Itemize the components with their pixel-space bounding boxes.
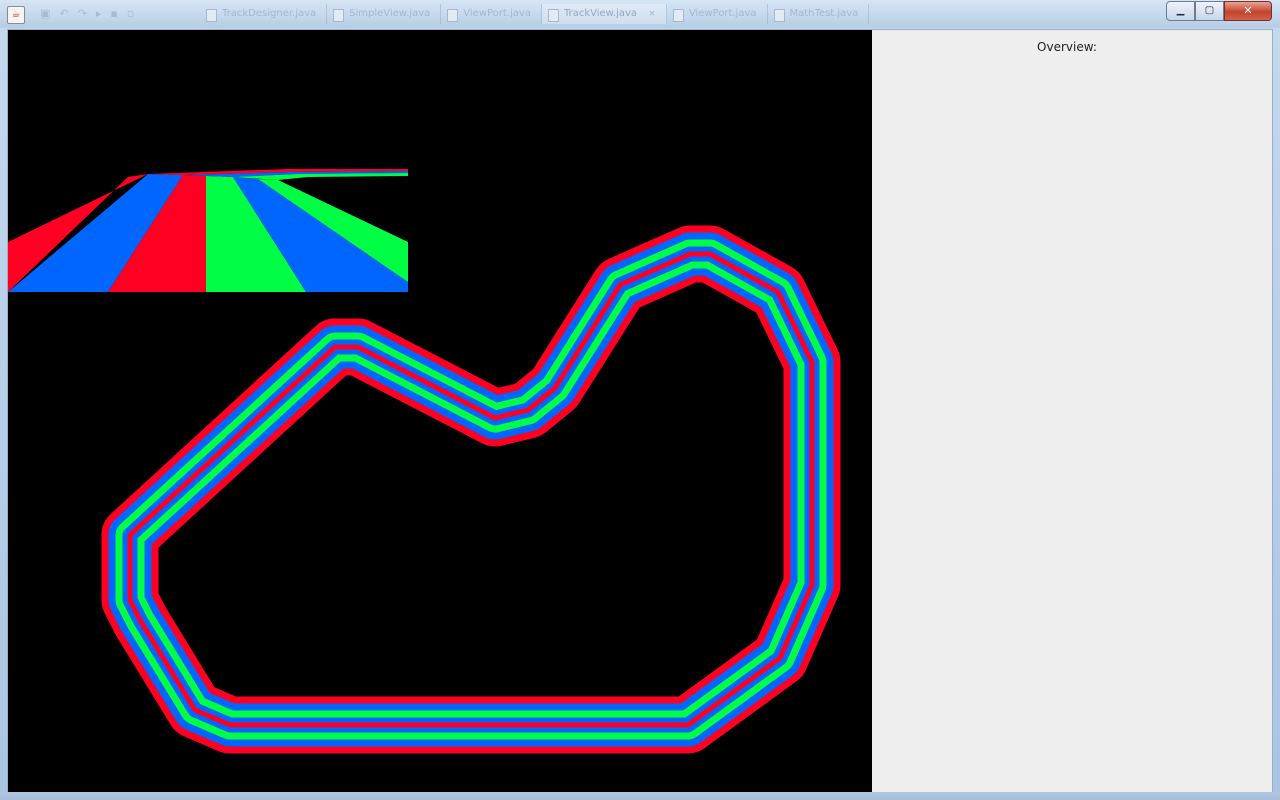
tab-label: TrackView.java [563,8,638,19]
tab-label: ViewPort.java [463,8,531,19]
tab-label: TrackDesigner.java [222,8,317,19]
tab-simpleview[interactable]: SimpleView.java [327,4,442,24]
perspective-road-view [8,169,408,292]
overview-panel: Overview: [872,30,1272,792]
java-file-icon [672,9,684,22]
tab-label: ViewPort.java [688,8,757,19]
java-file-icon [333,9,345,22]
track-drawing [8,169,841,754]
java-file-icon [773,9,785,22]
track-overview-map [101,225,841,754]
java-file-icon [206,9,217,22]
run-icon[interactable]: ▸ [96,5,102,23]
application-window: ☕ ▣ ↶ ↷ ▸ ▪ ▫ TrackDesigner.java SimpleV… [0,0,1280,800]
track-outer-blue-edge [108,232,834,747]
tab-label: SimpleView.java [349,8,431,19]
java-file-icon [547,9,559,22]
track-inner-blue-edge [122,246,820,733]
tab-label: MathTest.java [789,8,859,19]
debug-icon[interactable]: ▪ [110,5,117,23]
undo-icon[interactable]: ↶ [59,5,68,23]
build-icon[interactable]: ▫ [127,5,134,23]
save-icon[interactable]: ▣ [40,5,50,23]
editor-tab-strip: TrackDesigner.java SimpleView.java ViewP… [200,4,870,24]
java-file-icon [447,9,459,22]
overview-label: Overview: [1037,40,1097,54]
tab-viewport-2[interactable]: ViewPort.java [667,4,768,24]
tab-trackdesigner[interactable]: TrackDesigner.java [200,4,328,24]
window-bottom-border [0,792,1280,800]
quick-access-toolbar: ▣ ↶ ↷ ▸ ▪ ▫ [40,5,134,23]
redo-icon[interactable]: ↷ [78,5,87,23]
title-bar[interactable]: ☕ ▣ ↶ ↷ ▸ ▪ ▫ TrackDesigner.java SimpleV… [0,0,1280,28]
minimize-button[interactable]: ▁ [1166,1,1195,21]
tab-trackview[interactable]: TrackView.java × [541,4,667,24]
java-app-icon[interactable]: ☕ [7,6,25,24]
tab-viewport[interactable]: ViewPort.java [441,4,542,24]
tab-mathtest[interactable]: MathTest.java [768,4,870,24]
close-icon[interactable]: × [648,9,656,19]
window-controls: ▁ ▢ ✕ [1166,1,1272,21]
track-outer-red-edge [101,225,841,754]
track-inner-red-edge [127,251,815,728]
track-view-canvas[interactable] [8,30,872,792]
track-racing-green-lane [115,239,827,740]
close-button[interactable]: ✕ [1224,1,1272,21]
maximize-button[interactable]: ▢ [1195,1,1224,21]
